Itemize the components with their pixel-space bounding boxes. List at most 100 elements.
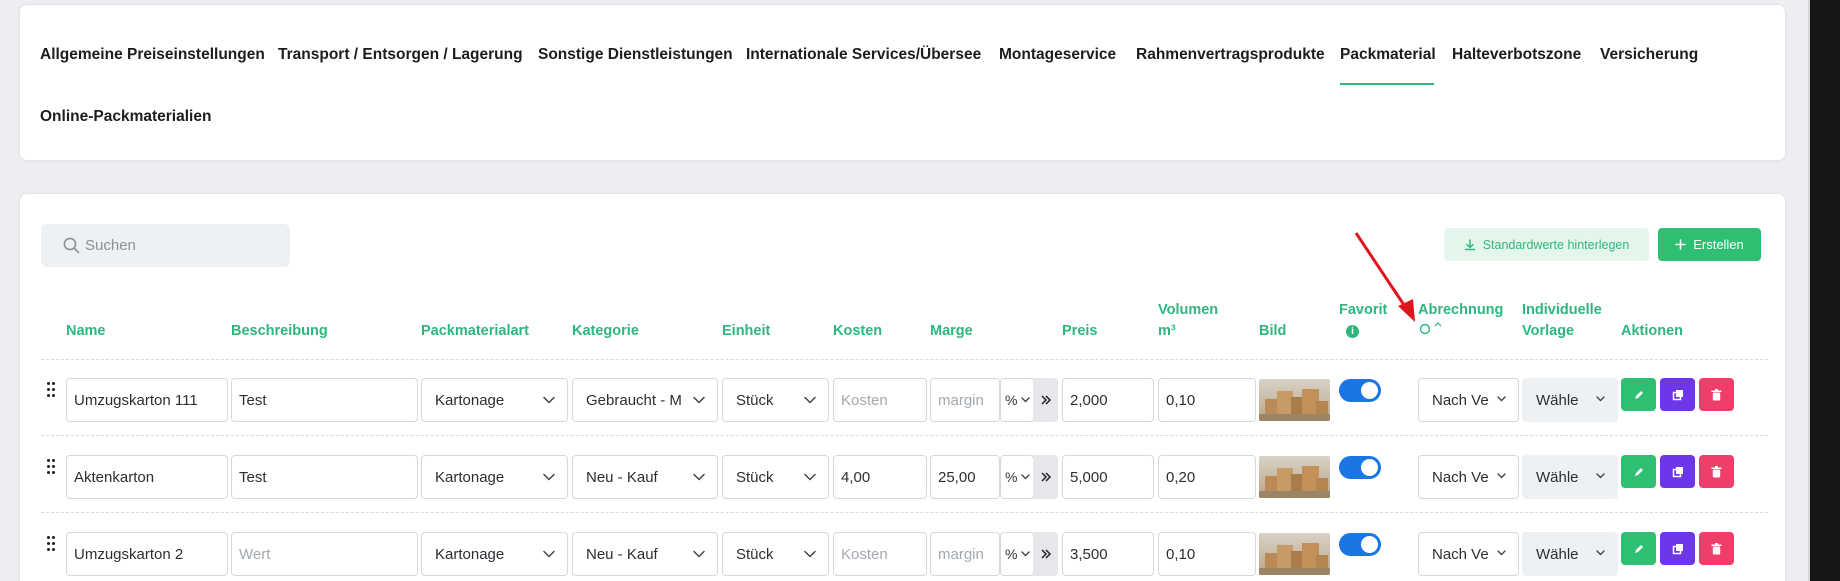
kategorie-select[interactable]: Neu - Kauf bbox=[572, 532, 718, 576]
drag-handle-icon[interactable] bbox=[47, 536, 57, 554]
edit-button[interactable] bbox=[1621, 532, 1656, 565]
marge-type-select[interactable]: % bbox=[1000, 455, 1034, 499]
edit-button[interactable] bbox=[1621, 455, 1656, 488]
favorit-toggle[interactable] bbox=[1339, 533, 1381, 556]
standardwerte-button[interactable]: Standardwerte hinterlegen bbox=[1444, 228, 1649, 261]
col-header-name[interactable]: Name bbox=[66, 321, 106, 341]
kategorie-select[interactable]: Neu - Kauf bbox=[572, 455, 718, 499]
tab-montageservice[interactable]: Montageservice bbox=[999, 46, 1116, 64]
copy-icon bbox=[1672, 543, 1683, 554]
copy-icon bbox=[1672, 389, 1683, 400]
name-input[interactable]: Aktenkarton bbox=[66, 455, 228, 499]
col-header-volumen[interactable]: Volumen bbox=[1158, 300, 1218, 320]
edit-button[interactable] bbox=[1621, 378, 1656, 411]
copy-button[interactable] bbox=[1660, 532, 1695, 565]
copy-icon bbox=[1672, 466, 1683, 477]
trash-icon bbox=[1711, 388, 1722, 400]
abrechnung-select[interactable]: Nach Ve bbox=[1418, 532, 1519, 576]
drag-handle-icon[interactable] bbox=[47, 382, 57, 400]
col-header-packmaterialart[interactable]: Packmaterialart bbox=[421, 321, 529, 341]
product-image[interactable] bbox=[1259, 533, 1330, 575]
chevron-down-icon bbox=[1596, 473, 1605, 479]
vorlage-select[interactable]: Wähle bbox=[1522, 532, 1618, 576]
col-header-vorlage[interactable]: Individuelle bbox=[1522, 300, 1602, 320]
tab-online-packmaterialien[interactable]: Online-Packmaterialien bbox=[40, 108, 211, 126]
chevron-down-icon bbox=[1497, 473, 1506, 479]
marge-input[interactable]: margin bbox=[930, 378, 1000, 422]
name-input[interactable]: Umzugskarton 111 bbox=[66, 378, 228, 422]
marge-type-select[interactable]: % bbox=[1000, 532, 1034, 576]
kosten-input[interactable]: 4,00 bbox=[833, 455, 927, 499]
chevron-down-icon bbox=[804, 473, 816, 481]
pencil-icon bbox=[1634, 390, 1643, 399]
abrechnung-select[interactable]: Nach Ve bbox=[1418, 455, 1519, 499]
marge-type-select[interactable]: % bbox=[1000, 378, 1034, 422]
packmaterialart-value: Kartonage bbox=[435, 391, 505, 409]
col-header-preis[interactable]: Preis bbox=[1062, 321, 1097, 341]
chevron-down-icon bbox=[1497, 550, 1506, 556]
drag-handle-icon[interactable] bbox=[47, 459, 57, 477]
tab-transport[interactable]: Transport / Entsorgen / Lagerung bbox=[278, 46, 523, 64]
apply-margin-button[interactable] bbox=[1033, 378, 1058, 422]
chevrons-right-icon bbox=[1040, 395, 1051, 405]
product-image[interactable] bbox=[1259, 456, 1330, 498]
delete-button[interactable] bbox=[1699, 532, 1734, 565]
row-divider bbox=[41, 435, 1768, 436]
einheit-select[interactable]: Stück bbox=[722, 455, 829, 499]
favorit-toggle[interactable] bbox=[1339, 456, 1381, 479]
preis-input[interactable]: 5,000 bbox=[1062, 455, 1154, 499]
kosten-input[interactable]: Kosten bbox=[833, 532, 927, 576]
packmaterialart-select[interactable]: Kartonage bbox=[421, 532, 568, 576]
delete-button[interactable] bbox=[1699, 455, 1734, 488]
tab-versicherung[interactable]: Versicherung bbox=[1600, 46, 1698, 64]
apply-margin-button[interactable] bbox=[1033, 455, 1058, 499]
copy-button[interactable] bbox=[1660, 455, 1695, 488]
einheit-select[interactable]: Stück bbox=[722, 532, 829, 576]
volumen-input[interactable]: 0,10 bbox=[1158, 532, 1256, 576]
col-header-einheit[interactable]: Einheit bbox=[722, 321, 770, 341]
vorlage-select[interactable]: Wähle bbox=[1522, 378, 1618, 422]
apply-margin-button[interactable] bbox=[1033, 532, 1058, 576]
tab-internationale-services[interactable]: Internationale Services/Übersee bbox=[746, 46, 981, 64]
marge-input[interactable]: 25,00 bbox=[930, 455, 1000, 499]
tab-sonstige-dienstleistungen[interactable]: Sonstige Dienstleistungen bbox=[538, 46, 733, 64]
chevron-down-icon bbox=[804, 550, 816, 558]
kategorie-select[interactable]: Gebraucht - M bbox=[572, 378, 718, 422]
tabs-card: Allgemeine Preiseinstellungen Transport … bbox=[19, 4, 1786, 161]
preis-input[interactable]: 3,500 bbox=[1062, 532, 1154, 576]
einheit-select[interactable]: Stück bbox=[722, 378, 829, 422]
col-header-kosten[interactable]: Kosten bbox=[833, 321, 882, 341]
preis-input[interactable]: 2,000 bbox=[1062, 378, 1154, 422]
active-tab-indicator bbox=[1340, 83, 1434, 85]
volumen-input[interactable]: 0,20 bbox=[1158, 455, 1256, 499]
vorlage-select[interactable]: Wähle bbox=[1522, 455, 1618, 499]
col-header-beschreibung[interactable]: Beschreibung bbox=[231, 321, 328, 341]
product-image[interactable] bbox=[1259, 379, 1330, 421]
create-button[interactable]: Erstellen bbox=[1658, 228, 1761, 261]
marge-input[interactable]: margin bbox=[930, 532, 1000, 576]
abrechnung-select[interactable]: Nach Ve bbox=[1418, 378, 1519, 422]
beschreibung-input[interactable]: Test bbox=[231, 378, 418, 422]
copy-button[interactable] bbox=[1660, 378, 1695, 411]
col-header-bild: Bild bbox=[1259, 323, 1287, 339]
search-input[interactable] bbox=[85, 224, 285, 267]
kosten-input[interactable]: Kosten bbox=[833, 378, 927, 422]
volumen-input[interactable]: 0,10 bbox=[1158, 378, 1256, 422]
tab-halteverbotszone[interactable]: Halteverbotszone bbox=[1452, 46, 1581, 64]
tab-rahmenvertragsprodukte[interactable]: Rahmenvertragsprodukte bbox=[1136, 46, 1325, 64]
col-header-kategorie[interactable]: Kategorie bbox=[572, 321, 639, 341]
chevron-down-icon bbox=[543, 473, 555, 481]
packmaterialart-select[interactable]: Kartonage bbox=[421, 378, 568, 422]
col-header-marge[interactable]: Marge bbox=[930, 321, 973, 341]
tab-allgemeine-preiseinstellungen[interactable]: Allgemeine Preiseinstellungen bbox=[40, 46, 265, 64]
packmaterialart-select[interactable]: Kartonage bbox=[421, 455, 568, 499]
name-input[interactable]: Umzugskarton 2 bbox=[66, 532, 228, 576]
col-header-abrechnung[interactable]: Abrechnung bbox=[1418, 300, 1503, 320]
beschreibung-input[interactable]: Wert bbox=[231, 532, 418, 576]
beschreibung-input[interactable]: Test bbox=[231, 455, 418, 499]
favorit-toggle[interactable] bbox=[1339, 379, 1381, 402]
search-box[interactable] bbox=[41, 224, 290, 267]
delete-button[interactable] bbox=[1699, 378, 1734, 411]
chevron-down-icon bbox=[543, 396, 555, 404]
tab-packmaterial[interactable]: Packmaterial bbox=[1340, 46, 1436, 64]
